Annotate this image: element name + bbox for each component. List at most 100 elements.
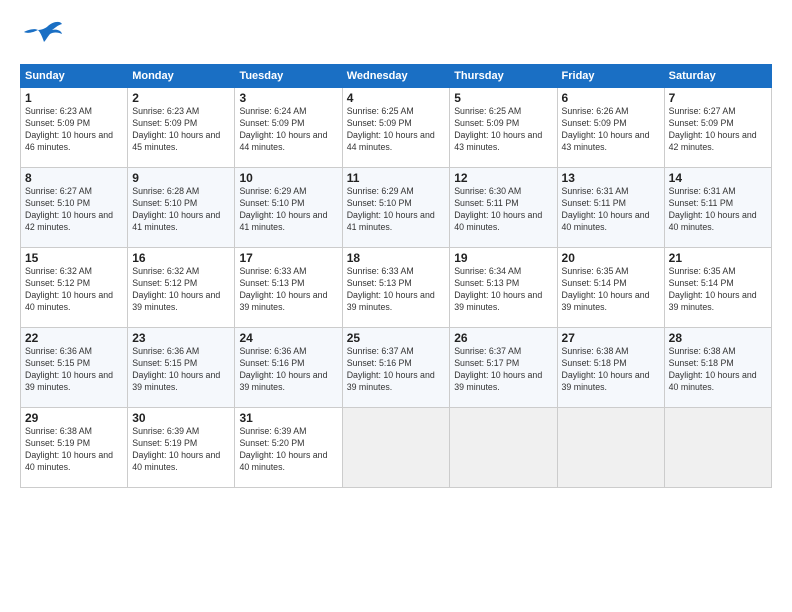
logo — [20, 18, 66, 56]
day-info: Sunrise: 6:28 AMSunset: 5:10 PMDaylight:… — [132, 186, 220, 232]
day-number: 25 — [347, 331, 445, 345]
day-number: 4 — [347, 91, 445, 105]
table-row: 16 Sunrise: 6:32 AMSunset: 5:12 PMDaylig… — [128, 248, 235, 328]
table-row: 26 Sunrise: 6:37 AMSunset: 5:17 PMDaylig… — [450, 328, 557, 408]
day-info: Sunrise: 6:32 AMSunset: 5:12 PMDaylight:… — [132, 266, 220, 312]
day-number: 3 — [239, 91, 337, 105]
day-number: 1 — [25, 91, 123, 105]
day-info: Sunrise: 6:25 AMSunset: 5:09 PMDaylight:… — [454, 106, 542, 152]
table-row: 14 Sunrise: 6:31 AMSunset: 5:11 PMDaylig… — [664, 168, 771, 248]
table-row: 17 Sunrise: 6:33 AMSunset: 5:13 PMDaylig… — [235, 248, 342, 328]
day-info: Sunrise: 6:38 AMSunset: 5:18 PMDaylight:… — [562, 346, 650, 392]
day-number: 27 — [562, 331, 660, 345]
table-row: 18 Sunrise: 6:33 AMSunset: 5:13 PMDaylig… — [342, 248, 449, 328]
day-info: Sunrise: 6:27 AMSunset: 5:09 PMDaylight:… — [669, 106, 757, 152]
day-info: Sunrise: 6:24 AMSunset: 5:09 PMDaylight:… — [239, 106, 327, 152]
day-info: Sunrise: 6:38 AMSunset: 5:19 PMDaylight:… — [25, 426, 113, 472]
table-row: 8 Sunrise: 6:27 AMSunset: 5:10 PMDayligh… — [21, 168, 128, 248]
table-row: 27 Sunrise: 6:38 AMSunset: 5:18 PMDaylig… — [557, 328, 664, 408]
day-info: Sunrise: 6:23 AMSunset: 5:09 PMDaylight:… — [25, 106, 113, 152]
day-number: 10 — [239, 171, 337, 185]
calendar: Sunday Monday Tuesday Wednesday Thursday… — [20, 64, 772, 488]
day-info: Sunrise: 6:37 AMSunset: 5:16 PMDaylight:… — [347, 346, 435, 392]
col-thursday: Thursday — [450, 65, 557, 88]
col-monday: Monday — [128, 65, 235, 88]
table-row: 5 Sunrise: 6:25 AMSunset: 5:09 PMDayligh… — [450, 88, 557, 168]
day-number: 13 — [562, 171, 660, 185]
day-info: Sunrise: 6:38 AMSunset: 5:18 PMDaylight:… — [669, 346, 757, 392]
table-row: 23 Sunrise: 6:36 AMSunset: 5:15 PMDaylig… — [128, 328, 235, 408]
day-info: Sunrise: 6:27 AMSunset: 5:10 PMDaylight:… — [25, 186, 113, 232]
col-tuesday: Tuesday — [235, 65, 342, 88]
day-info: Sunrise: 6:39 AMSunset: 5:20 PMDaylight:… — [239, 426, 327, 472]
table-row: 7 Sunrise: 6:27 AMSunset: 5:09 PMDayligh… — [664, 88, 771, 168]
col-wednesday: Wednesday — [342, 65, 449, 88]
table-row — [664, 408, 771, 488]
day-info: Sunrise: 6:29 AMSunset: 5:10 PMDaylight:… — [347, 186, 435, 232]
calendar-week-1: 1 Sunrise: 6:23 AMSunset: 5:09 PMDayligh… — [21, 88, 772, 168]
table-row: 1 Sunrise: 6:23 AMSunset: 5:09 PMDayligh… — [21, 88, 128, 168]
day-info: Sunrise: 6:39 AMSunset: 5:19 PMDaylight:… — [132, 426, 220, 472]
table-row: 21 Sunrise: 6:35 AMSunset: 5:14 PMDaylig… — [664, 248, 771, 328]
day-info: Sunrise: 6:36 AMSunset: 5:15 PMDaylight:… — [25, 346, 113, 392]
day-info: Sunrise: 6:32 AMSunset: 5:12 PMDaylight:… — [25, 266, 113, 312]
day-info: Sunrise: 6:36 AMSunset: 5:15 PMDaylight:… — [132, 346, 220, 392]
day-number: 21 — [669, 251, 767, 265]
table-row: 15 Sunrise: 6:32 AMSunset: 5:12 PMDaylig… — [21, 248, 128, 328]
calendar-header-row: Sunday Monday Tuesday Wednesday Thursday… — [21, 65, 772, 88]
day-number: 30 — [132, 411, 230, 425]
col-friday: Friday — [557, 65, 664, 88]
day-info: Sunrise: 6:23 AMSunset: 5:09 PMDaylight:… — [132, 106, 220, 152]
table-row: 10 Sunrise: 6:29 AMSunset: 5:10 PMDaylig… — [235, 168, 342, 248]
table-row: 24 Sunrise: 6:36 AMSunset: 5:16 PMDaylig… — [235, 328, 342, 408]
day-number: 2 — [132, 91, 230, 105]
day-info: Sunrise: 6:34 AMSunset: 5:13 PMDaylight:… — [454, 266, 542, 312]
day-number: 19 — [454, 251, 552, 265]
day-info: Sunrise: 6:29 AMSunset: 5:10 PMDaylight:… — [239, 186, 327, 232]
day-info: Sunrise: 6:31 AMSunset: 5:11 PMDaylight:… — [669, 186, 757, 232]
day-number: 20 — [562, 251, 660, 265]
day-number: 16 — [132, 251, 230, 265]
day-number: 22 — [25, 331, 123, 345]
day-info: Sunrise: 6:26 AMSunset: 5:09 PMDaylight:… — [562, 106, 650, 152]
day-number: 6 — [562, 91, 660, 105]
day-number: 23 — [132, 331, 230, 345]
calendar-week-2: 8 Sunrise: 6:27 AMSunset: 5:10 PMDayligh… — [21, 168, 772, 248]
table-row: 29 Sunrise: 6:38 AMSunset: 5:19 PMDaylig… — [21, 408, 128, 488]
table-row: 2 Sunrise: 6:23 AMSunset: 5:09 PMDayligh… — [128, 88, 235, 168]
day-number: 7 — [669, 91, 767, 105]
table-row: 11 Sunrise: 6:29 AMSunset: 5:10 PMDaylig… — [342, 168, 449, 248]
calendar-week-5: 29 Sunrise: 6:38 AMSunset: 5:19 PMDaylig… — [21, 408, 772, 488]
day-info: Sunrise: 6:36 AMSunset: 5:16 PMDaylight:… — [239, 346, 327, 392]
table-row: 22 Sunrise: 6:36 AMSunset: 5:15 PMDaylig… — [21, 328, 128, 408]
table-row: 20 Sunrise: 6:35 AMSunset: 5:14 PMDaylig… — [557, 248, 664, 328]
day-number: 14 — [669, 171, 767, 185]
table-row: 6 Sunrise: 6:26 AMSunset: 5:09 PMDayligh… — [557, 88, 664, 168]
day-info: Sunrise: 6:31 AMSunset: 5:11 PMDaylight:… — [562, 186, 650, 232]
table-row — [342, 408, 449, 488]
day-number: 31 — [239, 411, 337, 425]
day-info: Sunrise: 6:33 AMSunset: 5:13 PMDaylight:… — [239, 266, 327, 312]
day-number: 8 — [25, 171, 123, 185]
day-number: 5 — [454, 91, 552, 105]
col-saturday: Saturday — [664, 65, 771, 88]
day-number: 18 — [347, 251, 445, 265]
day-info: Sunrise: 6:35 AMSunset: 5:14 PMDaylight:… — [669, 266, 757, 312]
day-number: 17 — [239, 251, 337, 265]
table-row: 12 Sunrise: 6:30 AMSunset: 5:11 PMDaylig… — [450, 168, 557, 248]
table-row: 30 Sunrise: 6:39 AMSunset: 5:19 PMDaylig… — [128, 408, 235, 488]
day-number: 9 — [132, 171, 230, 185]
day-number: 15 — [25, 251, 123, 265]
table-row — [450, 408, 557, 488]
table-row: 28 Sunrise: 6:38 AMSunset: 5:18 PMDaylig… — [664, 328, 771, 408]
day-info: Sunrise: 6:30 AMSunset: 5:11 PMDaylight:… — [454, 186, 542, 232]
table-row: 13 Sunrise: 6:31 AMSunset: 5:11 PMDaylig… — [557, 168, 664, 248]
day-number: 24 — [239, 331, 337, 345]
day-number: 11 — [347, 171, 445, 185]
table-row: 3 Sunrise: 6:24 AMSunset: 5:09 PMDayligh… — [235, 88, 342, 168]
table-row: 19 Sunrise: 6:34 AMSunset: 5:13 PMDaylig… — [450, 248, 557, 328]
calendar-week-3: 15 Sunrise: 6:32 AMSunset: 5:12 PMDaylig… — [21, 248, 772, 328]
table-row: 25 Sunrise: 6:37 AMSunset: 5:16 PMDaylig… — [342, 328, 449, 408]
table-row: 9 Sunrise: 6:28 AMSunset: 5:10 PMDayligh… — [128, 168, 235, 248]
day-info: Sunrise: 6:35 AMSunset: 5:14 PMDaylight:… — [562, 266, 650, 312]
